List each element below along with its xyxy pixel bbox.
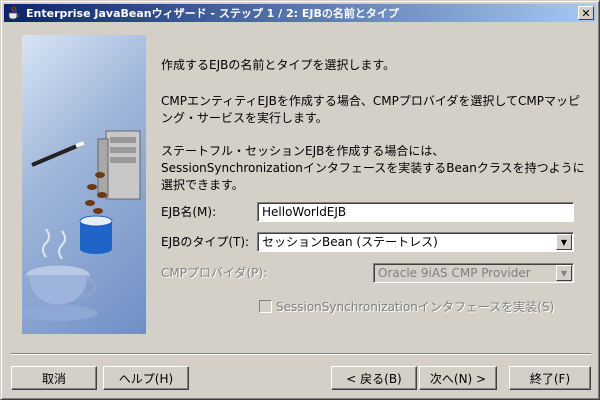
ejb-type-value: セッションBean (ステートレス) — [262, 235, 438, 249]
window-title: Enterprise JavaBeanウィザード - ステップ 1 / 2: E… — [26, 7, 399, 20]
ejb-illustration — [22, 130, 141, 321]
back-button[interactable]: < 戻る(B) — [331, 366, 417, 390]
intro-text-2: CMPエンティティEJBを作成する場合、CMPプロバイダを選択してCMPマッピン… — [161, 94, 580, 125]
session-sync-option: SessionSynchronizationインタフェースを実装(S) — [259, 298, 554, 315]
next-button[interactable]: 次へ(N) > — [419, 366, 497, 390]
button-separator — [11, 353, 591, 355]
ejb-type-select[interactable]: セッションBean (ステートレス) ▼ — [257, 232, 574, 252]
intro-text-3: ステートフル・セッションEJBを作成する場合には、SessionSynchron… — [161, 144, 585, 192]
java-cup-icon — [8, 5, 20, 20]
wizard-window: Enterprise JavaBeanウィザード - ステップ 1 / 2: E… — [0, 0, 600, 400]
session-sync-label: SessionSynchronizationインタフェースを実装(S) — [276, 300, 555, 314]
ejb-type-label: EJBのタイプ(T): — [161, 235, 250, 249]
wizard-side-image — [22, 35, 146, 334]
cmp-provider-value: Oracle 9iAS CMP Provider — [378, 266, 531, 280]
cmp-provider-select: Oracle 9iAS CMP Provider ▼ — [373, 263, 574, 283]
cancel-button[interactable]: 取消 — [11, 366, 97, 390]
finish-button[interactable]: 終了(F) — [509, 366, 591, 390]
intro-text-1: 作成するEJBの名前とタイプを選択します。 — [161, 58, 396, 72]
help-button[interactable]: ヘルプ(H) — [103, 366, 189, 390]
ejb-name-label: EJB名(M): — [161, 205, 217, 219]
chevron-down-icon: ▼ — [556, 265, 572, 281]
cmp-provider-label: CMPプロバイダ(P): — [161, 266, 268, 280]
close-button[interactable]: ✕ — [578, 6, 594, 20]
ejb-name-input[interactable]: HelloWorldEJB — [257, 202, 574, 222]
title-bar[interactable]: Enterprise JavaBeanウィザード - ステップ 1 / 2: E… — [4, 4, 596, 22]
session-sync-checkbox — [259, 300, 272, 313]
close-icon: ✕ — [581, 6, 591, 20]
chevron-down-icon[interactable]: ▼ — [556, 234, 572, 250]
